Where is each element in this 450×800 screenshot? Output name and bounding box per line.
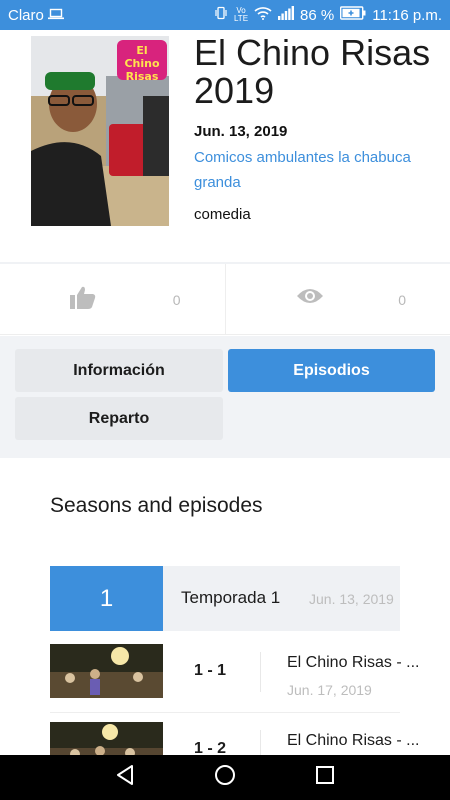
episode-row[interactable]: 1 - 1 El Chino Risas - ... Jun. 17, 2019 (50, 644, 419, 714)
system-nav-bar (0, 755, 450, 800)
tab-bar: Información Episodios Reparto (0, 336, 450, 458)
battery-icon (340, 6, 366, 24)
seasons-heading: Seasons and episodes (50, 494, 263, 517)
wifi-icon (254, 6, 272, 24)
volte-badge: Vo LTE (233, 6, 249, 23)
views-stat: 0 (224, 264, 450, 334)
back-icon[interactable] (115, 764, 135, 791)
like-count: 0 (172, 292, 181, 308)
status-bar: Claro Vo LTE 86 % 11:16 p.m. (0, 0, 450, 30)
like-button[interactable]: 0 (0, 264, 225, 334)
season-date: Jun. 13, 2019 (309, 591, 394, 607)
clock: 11:16 p.m. (372, 6, 442, 24)
tab-reparto[interactable]: Reparto (15, 397, 223, 440)
laptop-icon (47, 7, 64, 24)
episode-thumbnail (50, 644, 163, 698)
episode-title: El Chino Risas - ... (287, 732, 420, 749)
row-divider (50, 712, 400, 713)
home-icon[interactable] (214, 764, 236, 791)
show-poster: El Chino Risas (31, 36, 169, 226)
eye-icon (296, 286, 324, 311)
episode-date: Jun. 17, 2019 (287, 682, 372, 698)
tab-episodios[interactable]: Episodios (228, 349, 435, 392)
recents-icon[interactable] (315, 765, 335, 790)
signal-icon (278, 6, 295, 24)
show-title: El Chino Risas 2019 (194, 32, 431, 111)
carrier-name: Claro (8, 6, 44, 24)
episode-divider (260, 652, 261, 692)
show-venue-link[interactable]: Comicos ambulantes la chabuca granda (194, 145, 414, 195)
season-number: 1 (50, 566, 163, 631)
vibrate-icon (214, 6, 228, 24)
view-count: 0 (398, 292, 406, 308)
season-row[interactable]: 1 Temporada 1 Jun. 13, 2019 (50, 566, 400, 631)
season-label: Temporada 1 (181, 588, 281, 607)
episode-number: 1 - 1 (194, 662, 227, 679)
episode-title: El Chino Risas - ... (287, 654, 420, 671)
show-date: Jun. 13, 2019 (194, 123, 288, 140)
show-genre: comedia (194, 206, 251, 223)
stats-bar: 0 0 (0, 262, 450, 335)
thumbs-up-icon (70, 286, 96, 315)
tab-informacion[interactable]: Información (15, 349, 223, 392)
battery-percent: 86 % (300, 6, 335, 24)
poster-logo: El Chino Risas (124, 44, 160, 83)
